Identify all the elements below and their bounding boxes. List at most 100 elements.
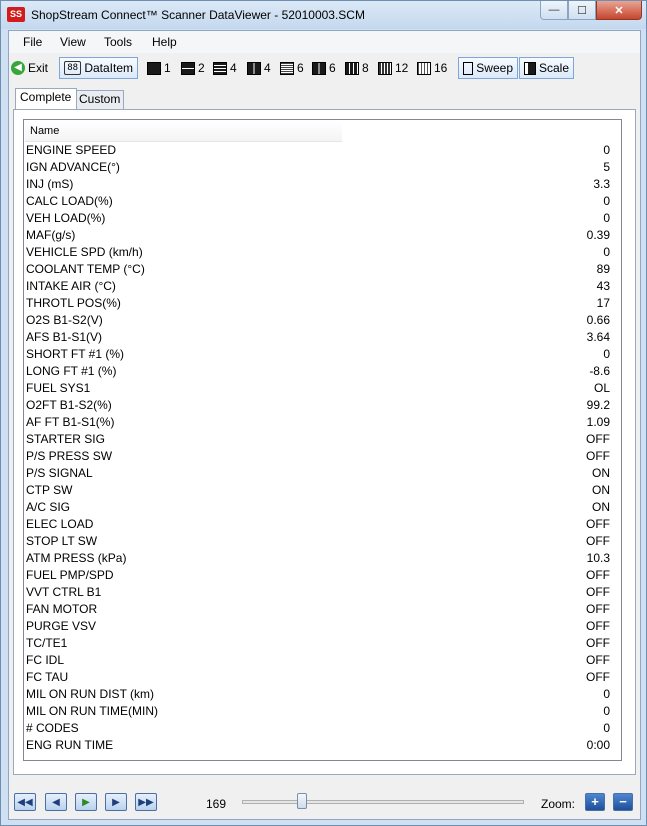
row-value: OFF [586, 534, 610, 548]
layout-6-rows-button[interactable]: 6 [280, 57, 304, 79]
column-header-name[interactable]: Name [25, 121, 342, 142]
table-row[interactable]: P/S PRESS SW OFF [24, 448, 621, 465]
step-forward-icon: ▶ [112, 796, 120, 808]
data-list[interactable]: Name ENGINE SPEED 0 IGN ADVANCE(°) 5 INJ (mS… [23, 119, 622, 761]
step-back-icon: ◀ [52, 796, 60, 808]
table-row[interactable]: AF FT B1-S1(%) 1.09 [24, 414, 621, 431]
menu-view[interactable]: View [60, 35, 86, 49]
table-row[interactable]: CALC LOAD(%) 0 [24, 193, 621, 210]
row-value: OFF [586, 568, 610, 582]
exit-button[interactable]: ◀ Exit [11, 57, 48, 79]
table-row[interactable]: MIL ON RUN TIME(MIN) 0 [24, 703, 621, 720]
table-row[interactable]: IGN ADVANCE(°) 5 [24, 159, 621, 176]
table-row[interactable]: AFS B1-S1(V) 3.64 [24, 329, 621, 346]
close-button[interactable]: ✕ [596, 1, 642, 20]
menu-tools[interactable]: Tools [104, 35, 132, 49]
table-row[interactable]: STARTER SIG OFF [24, 431, 621, 448]
tab-complete[interactable]: Complete [15, 88, 77, 109]
grid-12-icon [378, 61, 392, 75]
row-value: OFF [586, 619, 610, 633]
exit-arrow-icon: ◀ [11, 61, 25, 75]
frame-slider[interactable] [242, 793, 524, 809]
layout-6-grid-button[interactable]: 6 [312, 57, 336, 79]
title-bar[interactable]: SS ShopStream Connect™ Scanner DataViewe… [1, 1, 646, 29]
table-row[interactable]: FUEL PMP/SPD OFF [24, 567, 621, 584]
sweep-button[interactable]: Sweep [458, 57, 518, 79]
prev-frame-button[interactable]: ◀ [45, 793, 67, 811]
app-window: SS ShopStream Connect™ Scanner DataViewe… [0, 0, 647, 826]
menu-help[interactable]: Help [152, 35, 177, 49]
table-row[interactable]: VEHICLE SPD (km/h) 0 [24, 244, 621, 261]
zoom-out-button[interactable]: − [613, 793, 633, 811]
layout-4-quad-button[interactable]: 4 [247, 57, 271, 79]
table-row[interactable]: VEH LOAD(%) 0 [24, 210, 621, 227]
table-row[interactable]: LONG FT #1 (%) -8.6 [24, 363, 621, 380]
row-name: STOP LT SW [26, 534, 98, 548]
table-row[interactable]: ATM PRESS (kPa) 10.3 [24, 550, 621, 567]
table-row[interactable]: ENGINE SPEED 0 [24, 142, 621, 159]
table-row[interactable]: SHORT FT #1 (%) 0 [24, 346, 621, 363]
table-row[interactable]: ELEC LOAD OFF [24, 516, 621, 533]
row-name: ATM PRESS (kPa) [26, 551, 127, 565]
play-icon: ▶ [82, 796, 90, 808]
first-frame-button[interactable]: ◀◀ [14, 793, 36, 811]
row-name: O2FT B1-S2(%) [26, 398, 112, 412]
last-frame-button[interactable]: ▶▶ [135, 793, 157, 811]
layout-4-rows-button[interactable]: 4 [213, 57, 237, 79]
zoom-in-button[interactable]: + [585, 793, 605, 811]
tab-custom[interactable]: Custom [74, 90, 124, 109]
row-name: VVT CTRL B1 [26, 585, 102, 599]
menu-file[interactable]: File [23, 35, 42, 49]
table-row[interactable]: MAF(g/s) 0.39 [24, 227, 621, 244]
layout-12-button[interactable]: 12 [378, 57, 408, 79]
table-row[interactable]: MIL ON RUN DIST (km) 0 [24, 686, 621, 703]
table-row[interactable]: THROTL POS(%) 17 [24, 295, 621, 312]
table-row[interactable]: INJ (mS) 3.3 [24, 176, 621, 193]
table-row[interactable]: FC IDL OFF [24, 652, 621, 669]
table-row[interactable]: FUEL SYS1 OL [24, 380, 621, 397]
window-title: ShopStream Connect™ Scanner DataViewer -… [31, 8, 365, 22]
row-value: OFF [586, 432, 610, 446]
slider-thumb[interactable] [297, 793, 307, 809]
table-row[interactable]: COOLANT TEMP (°C) 89 [24, 261, 621, 278]
layout-2-button[interactable]: 2 [181, 57, 205, 79]
row-value: 0 [603, 211, 610, 225]
row-value: 0 [603, 704, 610, 718]
next-frame-button[interactable]: ▶ [105, 793, 127, 811]
table-row[interactable]: PURGE VSV OFF [24, 618, 621, 635]
table-row[interactable]: ENG RUN TIME 0:00 [24, 737, 621, 754]
row-value: 5 [603, 160, 610, 174]
dataitem-label: DataItem [84, 61, 133, 75]
table-row[interactable]: # CODES 0 [24, 720, 621, 737]
table-row[interactable]: P/S SIGNAL ON [24, 465, 621, 482]
table-row[interactable]: A/C SIG ON [24, 499, 621, 516]
layout-1-button[interactable]: 1 [147, 57, 171, 79]
table-row[interactable]: O2FT B1-S2(%) 99.2 [24, 397, 621, 414]
row-value: OFF [586, 449, 610, 463]
toolbar: ◀ Exit 88 DataItem 1 2 4 4 6 6 8 12 16 S… [9, 54, 640, 84]
grid-4-quad-icon [247, 61, 261, 75]
client-area: File View Tools Help ◀ Exit 88 DataItem … [8, 30, 641, 820]
maximize-button[interactable]: ☐ [568, 1, 596, 20]
row-value: 10.3 [586, 551, 610, 565]
minimize-button[interactable]: — [540, 1, 568, 20]
scale-button[interactable]: Scale [519, 57, 574, 79]
table-row[interactable]: INTAKE AIR (°C) 43 [24, 278, 621, 295]
play-button[interactable]: ▶ [75, 793, 97, 811]
table-row[interactable]: CTP SW ON [24, 482, 621, 499]
layout-8-button[interactable]: 8 [345, 57, 369, 79]
table-row[interactable]: FC TAU OFF [24, 669, 621, 686]
table-row[interactable]: FAN MOTOR OFF [24, 601, 621, 618]
row-value: 0 [603, 194, 610, 208]
layout-16-button[interactable]: 16 [417, 57, 447, 79]
table-row[interactable]: VVT CTRL B1 OFF [24, 584, 621, 601]
table-row[interactable]: STOP LT SW OFF [24, 533, 621, 550]
ss-logo-icon[interactable]: SS [7, 7, 25, 22]
row-name: VEH LOAD(%) [26, 211, 106, 225]
row-value: 0 [603, 721, 610, 735]
table-row[interactable]: O2S B1-S2(V) 0.66 [24, 312, 621, 329]
scale-label: Scale [538, 61, 569, 75]
row-name: COOLANT TEMP (°C) [26, 262, 145, 276]
table-row[interactable]: TC/TE1 OFF [24, 635, 621, 652]
dataitem-button[interactable]: 88 DataItem [59, 57, 138, 79]
